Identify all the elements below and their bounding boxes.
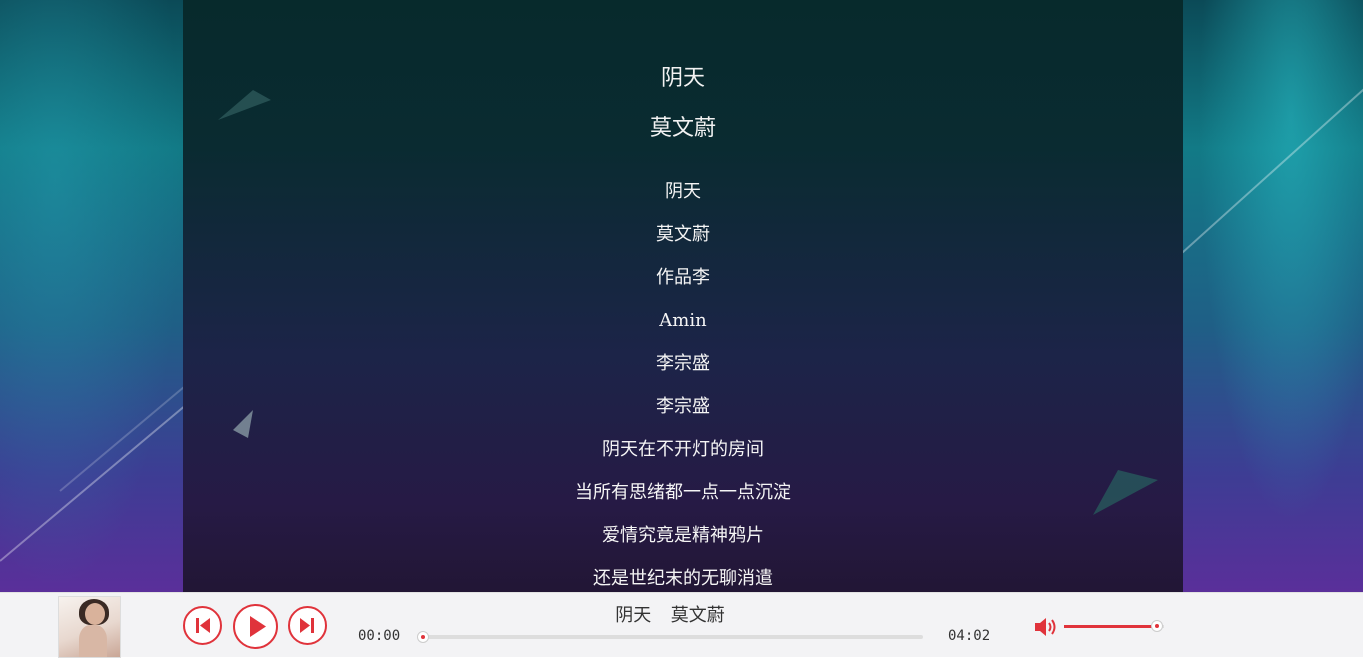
lyric-line: 莫文蔚 <box>656 224 710 245</box>
background: 阴天 莫文蔚 阴天 莫文蔚 作品李 Amin 李宗盛 李宗盛 阴天在不开灯的房间… <box>0 0 1363 592</box>
next-button[interactable] <box>288 606 327 645</box>
total-time: 04:02 <box>948 628 991 644</box>
lyrics-artist-name: 莫文蔚 <box>649 116 716 141</box>
previous-button[interactable] <box>183 606 222 645</box>
volume-slider[interactable] <box>1064 620 1164 632</box>
lyric-line: Amin <box>659 310 707 331</box>
progress-bar[interactable] <box>417 631 923 643</box>
now-playing-title: 阴天 <box>615 605 652 626</box>
album-cover[interactable] <box>58 596 121 658</box>
volume-fill <box>1064 625 1157 628</box>
lyric-line: 爱情究竟是精神鸦片 <box>602 525 764 546</box>
lyric-line: 阴天在不开灯的房间 <box>602 439 764 460</box>
lyric-line: 还是世纪末的无聊消遣 <box>593 568 773 589</box>
volume-button[interactable] <box>1033 616 1059 638</box>
lyrics-list: 阴天 莫文蔚 作品李 Amin 李宗盛 李宗盛 阴天在不开灯的房间 当所有思绪都… <box>183 170 1183 592</box>
play-icon <box>250 616 266 637</box>
now-playing-info: 阴天 莫文蔚 <box>430 601 910 627</box>
progress-handle[interactable] <box>417 631 429 643</box>
background-glow-left <box>0 0 183 592</box>
lyric-line: 当所有思绪都一点一点沉淀 <box>575 482 791 503</box>
volume-icon <box>1035 618 1056 636</box>
skip-next-icon <box>300 618 314 633</box>
lyrics-song-title: 阴天 <box>660 66 705 91</box>
lyric-line: 作品李 <box>656 267 710 288</box>
current-time: 00:00 <box>358 628 401 644</box>
background-glow-right <box>1183 0 1363 592</box>
now-playing-artist: 莫文蔚 <box>670 605 725 626</box>
play-button[interactable] <box>233 604 278 649</box>
lyric-line: 李宗盛 <box>656 396 710 417</box>
lyrics-panel: 阴天 莫文蔚 阴天 莫文蔚 作品李 Amin 李宗盛 李宗盛 阴天在不开灯的房间… <box>183 0 1183 592</box>
lyric-line: 李宗盛 <box>656 353 710 374</box>
volume-handle[interactable] <box>1151 620 1163 632</box>
skip-previous-icon <box>196 618 210 633</box>
lyric-line: 阴天 <box>665 181 701 202</box>
player-bar: 阴天 莫文蔚 00:00 04:02 <box>0 592 1363 658</box>
